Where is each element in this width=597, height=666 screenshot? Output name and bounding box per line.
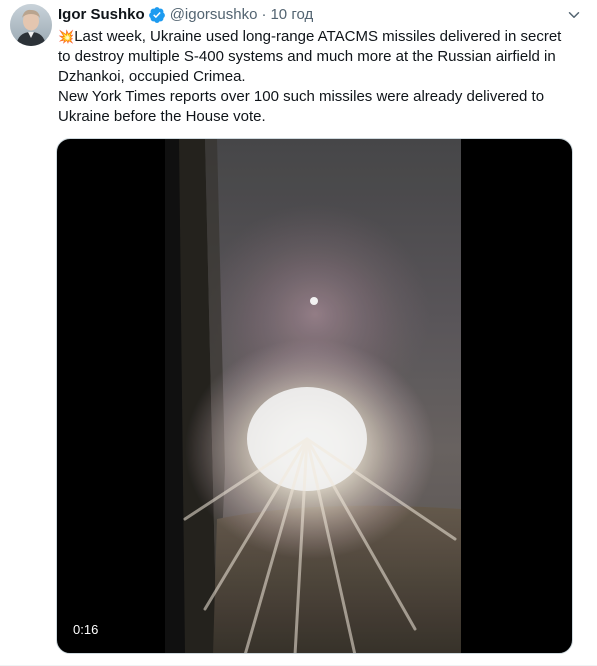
tweet-paragraph-1: 💥Last week, Ukraine used long-range ATAC… [58, 27, 578, 87]
verified-badge-icon [148, 6, 166, 24]
video-player[interactable]: 0:16 [56, 138, 573, 654]
tweet-text: 💥Last week, Ukraine used long-range ATAC… [58, 27, 578, 127]
chevron-down-icon[interactable] [565, 6, 583, 24]
video-duration: 0:16 [69, 621, 103, 639]
author-handle[interactable]: @igorsushko [170, 5, 258, 25]
tweet-paragraph-1-text: Last week, Ukraine used long-range ATACM… [58, 28, 562, 85]
tweet-paragraph-2: New York Times reports over 100 such mis… [58, 88, 545, 125]
video-thumbnail [165, 139, 461, 653]
video-frame[interactable] [165, 139, 461, 653]
collision-emoji-icon: 💥 [58, 29, 75, 44]
tweet-card[interactable]: Igor Sushko @igorsushko · 10 год 💥Last w… [0, 0, 597, 666]
tweet-header: Igor Sushko @igorsushko · 10 год [58, 4, 313, 26]
user-avatar-icon [10, 4, 52, 46]
timestamp[interactable]: 10 год [270, 5, 313, 25]
avatar[interactable] [10, 4, 52, 46]
author-name[interactable]: Igor Sushko [58, 5, 145, 25]
separator-dot: · [261, 6, 267, 23]
